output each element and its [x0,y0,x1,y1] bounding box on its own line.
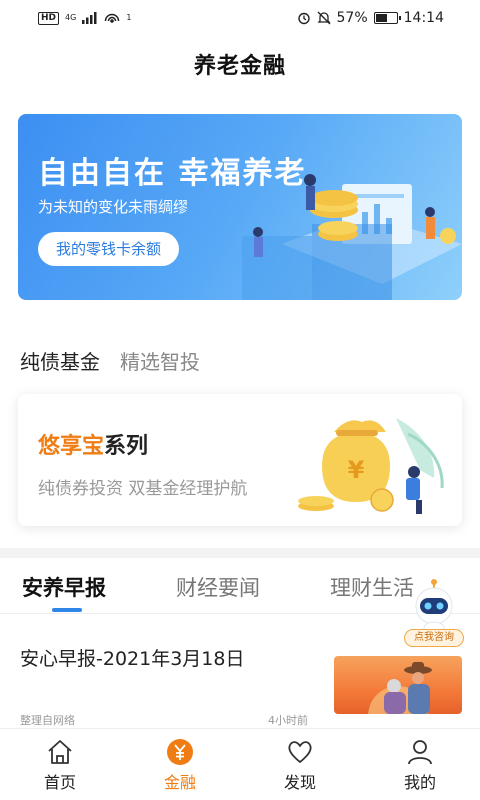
battery-percent: 57% [336,10,368,26]
status-bar: HD 4G 1 57% 14:14 [0,0,480,36]
nav-discover-label: 发现 [283,773,316,792]
banner-illustration [242,174,462,300]
consult-button[interactable]: 点我咨询 [404,629,464,647]
nav-profile-label: 我的 [403,773,436,792]
nav-home-label: 首页 [43,773,76,792]
nav-finance[interactable]: 金融 [120,729,240,800]
article-title[interactable]: 安心早报-2021年3月18日 [20,644,244,671]
hotspot-icon [105,13,120,23]
promo-banner[interactable]: 自由自在 幸福养老 为未知的变化未雨绸缪 我的零钱卡余额 [18,114,462,300]
bottom-nav: 首页 金融 发现 我的 [0,728,480,800]
tab-smart-invest[interactable]: 精选智投 [120,346,200,375]
money-bag-illustration: ¥ [298,418,444,514]
signal-icon [82,12,97,24]
nav-profile[interactable]: 我的 [360,729,480,800]
section-divider [0,548,480,558]
fund-category-tabs: 纯债基金 精选智投 [20,346,200,375]
battery-icon [373,12,401,24]
svg-text:¥: ¥ [348,456,365,484]
elderly-couple-image [368,662,432,714]
yuan-icon [165,737,195,767]
banner-subtitle: 为未知的变化未雨绸缪 [38,198,189,216]
active-tab-indicator [52,608,82,612]
tab-pure-bond-fund[interactable]: 纯债基金 [20,346,100,375]
hotspot-badge: 1 [126,13,132,22]
nav-home[interactable]: 首页 [0,729,120,800]
heart-icon [285,737,315,767]
product-title-highlight: 悠享宝 [38,434,105,459]
clock: 14:14 [403,10,444,26]
nav-discover[interactable]: 发现 [240,729,360,800]
tab-finance-news[interactable]: 财经要闻 [176,572,260,602]
mute-icon [316,11,331,25]
alarm-icon [297,12,310,25]
home-icon [45,737,75,767]
article-time: 4小时前 [268,714,308,727]
tab-wealth-life[interactable]: 理财生活 [330,572,414,602]
user-icon [405,737,435,767]
tab-morning-report[interactable]: 安养早报 [22,572,106,602]
product-title: 悠享宝系列 [38,428,148,460]
product-subtitle: 纯债券投资 双基金经理护航 [38,479,248,499]
network-type: 4G [65,13,77,22]
product-title-rest: 系列 [104,434,149,459]
nav-finance-label: 金融 [163,773,196,792]
change-card-balance-button[interactable]: 我的零钱卡余额 [38,232,180,266]
hd-indicator: HD [38,11,60,25]
article-source: 整理自网络 [20,714,75,727]
product-card[interactable]: 悠享宝系列 纯债券投资 双基金经理护航 ¥ [18,394,462,526]
article-thumbnail[interactable] [334,656,462,714]
page-title: 养老金融 [193,54,286,79]
